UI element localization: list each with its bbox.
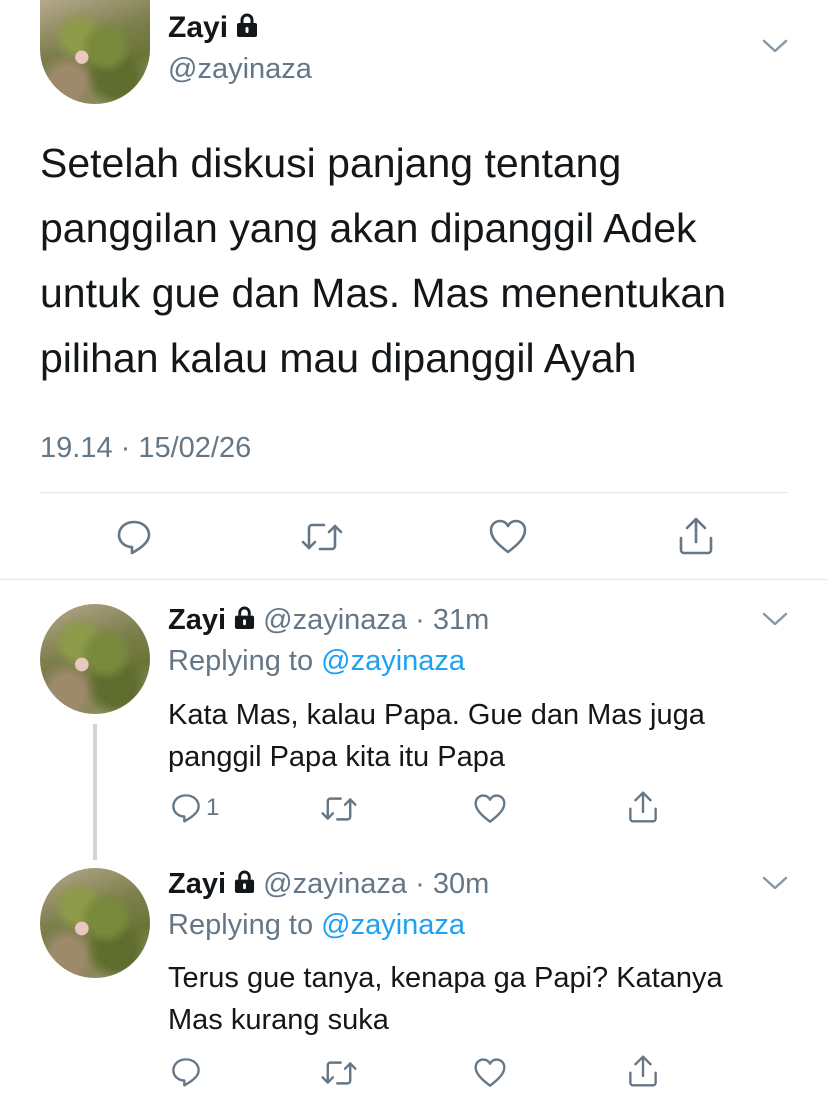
- tweet-text-line: Mas kurang suka: [168, 1004, 389, 1036]
- chevron-down-icon[interactable]: [762, 875, 788, 891]
- reply-header: Zayi @zayinaza · 31m: [168, 602, 489, 638]
- reply-count: 1: [206, 794, 220, 821]
- tweet-text-line: untuk gue dan Mas. Mas menentukan: [40, 270, 727, 316]
- tweet-text-line: Setelah diskusi panjang tentang: [40, 140, 622, 186]
- replying-to: Replying to @zayinaza: [168, 907, 465, 943]
- like-icon[interactable]: [488, 518, 528, 556]
- tweet-text-line: Kata Mas, kalau Papa. Gue dan Mas juga: [168, 699, 705, 731]
- retweet-icon[interactable]: [300, 520, 344, 554]
- retweet-icon[interactable]: [320, 794, 358, 824]
- avatar[interactable]: [40, 868, 150, 978]
- replying-to-handle[interactable]: @zayinaza: [321, 909, 465, 941]
- lock-icon: [236, 10, 258, 46]
- reply-header: Zayi @zayinaza · 30m: [168, 866, 489, 902]
- display-name-text: Zayi: [168, 11, 229, 44]
- avatar[interactable]: [40, 604, 150, 714]
- replying-to-label: Replying to: [168, 909, 314, 941]
- tweet-text-line: panggilan yang akan dipanggil Adek: [40, 205, 697, 251]
- lock-icon: [234, 866, 255, 902]
- tweet-text: Setelah diskusi panjang tentang panggila…: [40, 131, 726, 391]
- tweet-text-line: panggil Papa kita itu Papa: [168, 741, 505, 773]
- handle[interactable]: @zayinaza: [263, 868, 407, 900]
- handle[interactable]: @zayinaza: [168, 52, 312, 86]
- display-name-text[interactable]: Zayi: [168, 604, 226, 636]
- display-name-text[interactable]: Zayi: [168, 868, 226, 900]
- chevron-down-icon[interactable]: [762, 611, 788, 627]
- tweet-timestamp[interactable]: 19.14 · 15/02/26: [40, 430, 251, 466]
- like-icon[interactable]: [473, 793, 507, 825]
- lock-icon: [234, 602, 255, 638]
- like-icon[interactable]: [473, 1057, 507, 1089]
- handle[interactable]: @zayinaza: [263, 604, 407, 636]
- replying-to: Replying to @zayinaza: [168, 643, 465, 679]
- tweet-text: Kata Mas, kalau Papa. Gue dan Mas juga p…: [168, 694, 705, 778]
- reply-icon[interactable]: [115, 518, 153, 556]
- tweet-text-line: Terus gue tanya, kenapa ga Papi? Katanya: [168, 962, 723, 994]
- display-name[interactable]: Zayi: [168, 10, 258, 46]
- thread-line: [93, 724, 97, 860]
- reply-icon[interactable]: 1: [170, 792, 219, 824]
- tweet-text-line: pilihan kalau mau dipanggil Ayah: [40, 335, 637, 381]
- reply-icon[interactable]: [170, 1056, 202, 1088]
- divider: [40, 492, 788, 493]
- share-icon[interactable]: [627, 1054, 659, 1088]
- share-icon[interactable]: [627, 790, 659, 824]
- replying-to-handle[interactable]: @zayinaza: [321, 645, 465, 677]
- replying-to-label: Replying to: [168, 645, 314, 677]
- tweet-time[interactable]: · 30m: [415, 868, 489, 900]
- retweet-icon[interactable]: [320, 1058, 358, 1088]
- chevron-down-icon[interactable]: [762, 38, 788, 54]
- share-icon[interactable]: [677, 516, 715, 556]
- tweet-time[interactable]: · 31m: [415, 604, 489, 636]
- divider: [0, 579, 827, 580]
- tweet-text: Terus gue tanya, kenapa ga Papi? Katanya…: [168, 957, 723, 1041]
- avatar[interactable]: [40, 0, 150, 104]
